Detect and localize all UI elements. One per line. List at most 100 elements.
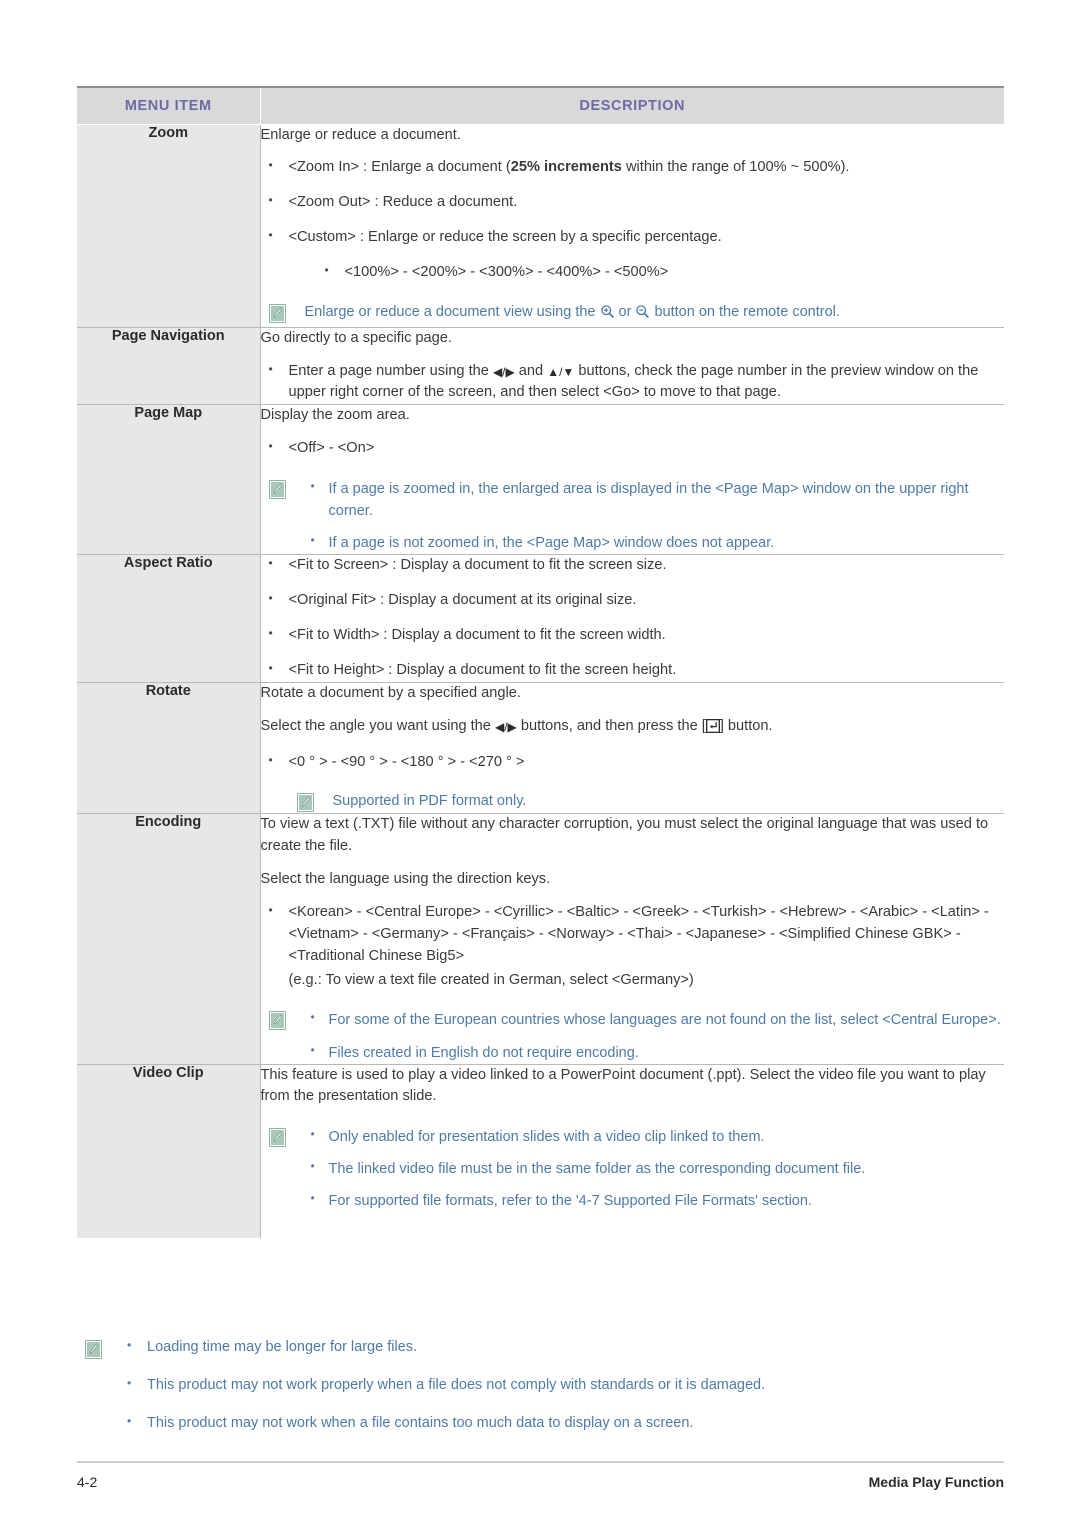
page-notes-list: Loading time may be longer for large fil… (85, 1336, 1005, 1435)
page-map-note-list: If a page is zoomed in, the enlarged are… (305, 477, 1005, 554)
aspect-ratio-bullet-list: <Fit to Screen> : Display a document to … (261, 554, 1005, 682)
list-item: <Fit to Width> : Display a document to f… (261, 624, 1005, 647)
list-item: <Custom> : Enlarge or reduce the screen … (261, 226, 1005, 284)
encoding-bullet-list: <Korean> - <Central Europe> - <Cyrillic>… (261, 901, 1005, 992)
list-item: This product may not work when a file co… (121, 1412, 1005, 1435)
menu-item-label-encoding: Encoding (77, 813, 261, 1065)
pagenav-mid: and (514, 362, 548, 379)
zoom-in-post: within the range of 100% ~ 500%). (621, 159, 850, 176)
column-header-menu-item: MENU ITEM (77, 86, 261, 125)
menu-item-label-rotate: Rotate (77, 681, 261, 814)
menu-item-label-page-map: Page Map (77, 404, 261, 555)
rotate-note: Supported in PDF format only. (261, 791, 1005, 813)
list-item: This product may not work properly when … (121, 1374, 1005, 1397)
list-item: Loading time may be longer for large fil… (121, 1336, 1005, 1359)
table-row-encoding: Encoding To view a text (.TXT) file with… (77, 813, 1005, 1065)
page-navigation-bullet-list: Enter a page number using the ◀/▶ and ▲/… (261, 360, 1005, 405)
list-item: The linked video file must be in the sam… (305, 1157, 1005, 1180)
zoom-note-post: button on the remote control. (650, 303, 840, 320)
zoom-note: Enlarge or reduce a document view using … (261, 302, 1005, 327)
table-row-rotate: Rotate Rotate a document by a specified … (77, 681, 1005, 814)
enter-key-icon (705, 718, 720, 741)
table-row-page-navigation: Page Navigation Go directly to a specifi… (77, 326, 1005, 405)
list-item: For some of the European countries whose… (305, 1008, 1005, 1031)
list-item: <Fit to Height> : Display a document to … (261, 659, 1005, 682)
list-item: <Zoom In> : Enlarge a document (25% incr… (261, 156, 1005, 179)
description-cell-aspect-ratio: <Fit to Screen> : Display a document to … (260, 554, 1005, 683)
zoom-intro: Enlarge or reduce a document. (260, 126, 461, 143)
magnifier-minus-icon (635, 304, 650, 327)
page-map-intro: Display the zoom area. (260, 407, 410, 424)
note-pencil-icon (268, 1128, 286, 1148)
table-header-row: MENU ITEM DESCRIPTION (77, 86, 1004, 125)
rotate-post: ] button. (719, 717, 773, 734)
left-right-arrow-icon: ◀/▶ (494, 719, 517, 734)
zoom-sub-bullet-list: <100%> - <200%> - <300%> - <400%> - <500… (289, 261, 1005, 284)
description-cell-page-map: Display the zoom area. <Off> - <On> If (260, 404, 1005, 555)
encoding-intro2: Select the language using the direction … (260, 871, 551, 888)
rotate-line2: Select the angle you want using the ◀/▶ … (261, 716, 1005, 741)
description-cell-rotate: Rotate a document by a specified angle. … (260, 681, 1005, 814)
description-cell-video-clip: This feature is used to play a video lin… (260, 1063, 1005, 1239)
list-item: If a page is zoomed in, the enlarged are… (305, 477, 1005, 522)
zoom-note-mid: or (614, 303, 636, 320)
pagenav-pre: Enter a page number using the (288, 362, 493, 379)
list-item: <Original Fit> : Display a document at i… (261, 589, 1005, 612)
page-number: 4-2 (77, 1474, 98, 1490)
description-cell-zoom: Enlarge or reduce a document. <Zoom In> … (260, 123, 1005, 328)
video-clip-note: Only enabled for presentation slides wit… (261, 1125, 1005, 1212)
page-level-notes: Loading time may be longer for large fil… (85, 1336, 1005, 1435)
zoom-bullet-list: <Zoom In> : Enlarge a document (25% incr… (261, 156, 1005, 284)
list-item: Enter a page number using the ◀/▶ and ▲/… (261, 360, 1005, 405)
zoom-in-pre: <Zoom In> : Enlarge a document ( (288, 159, 511, 176)
video-clip-intro: This feature is used to play a video lin… (260, 1066, 986, 1105)
page-navigation-intro: Go directly to a specific page. (260, 329, 452, 346)
menu-item-label-aspect-ratio: Aspect Ratio (77, 554, 261, 683)
rotate-note-text: Supported in PDF format only. (332, 793, 527, 810)
list-item: <Off> - <On> (261, 437, 1005, 460)
document-page: MENU ITEM DESCRIPTION Zoom Enlarge or re… (0, 0, 1080, 1527)
table-row-zoom: Zoom Enlarge or reduce a document. <Zoom… (77, 123, 1005, 328)
encoding-intro: To view a text (.TXT) file without any c… (260, 816, 989, 855)
up-down-arrow-icon: ▲/▼ (547, 364, 575, 379)
page-footer: 4-2 Media Play Function (77, 1461, 1004, 1490)
table-row-video-clip: Video Clip This feature is used to play … (77, 1063, 1005, 1239)
zoom-note-pre: Enlarge or reduce a document view using … (304, 303, 600, 320)
list-item: <Fit to Screen> : Display a document to … (261, 554, 1005, 577)
note-pencil-icon (268, 303, 286, 323)
encoding-note-list: For some of the European countries whose… (305, 1008, 1005, 1064)
note-pencil-icon (85, 1340, 102, 1359)
menu-item-table: MENU ITEM DESCRIPTION Zoom Enlarge or re… (77, 86, 1005, 1239)
note-pencil-icon (268, 480, 286, 500)
table-row-aspect-ratio: Aspect Ratio <Fit to Screen> : Display a… (77, 554, 1005, 683)
rotate-pre: Select the angle you want using the (260, 717, 495, 734)
description-cell-page-navigation: Go directly to a specific page. Enter a … (260, 326, 1005, 405)
column-header-description: DESCRIPTION (260, 86, 1004, 125)
list-item: For supported file formats, refer to the… (305, 1189, 1005, 1212)
page-map-bullet-list: <Off> - <On> (261, 437, 1005, 460)
note-pencil-icon (296, 793, 314, 813)
table-row-page-map: Page Map Display the zoom area. <Off> - … (77, 404, 1005, 555)
list-item: If a page is not zoomed in, the <Page Ma… (305, 531, 1005, 554)
list-item: <100%> - <200%> - <300%> - <400%> - <500… (289, 261, 1005, 284)
list-item: Files created in English do not require … (305, 1040, 1005, 1064)
rotate-mid: buttons, and then press the [ (516, 717, 706, 734)
rotate-bullet-list: <0 ° > - <90 ° > - <180 ° > - <270 ° > (261, 751, 1005, 774)
page-map-note: If a page is zoomed in, the enlarged are… (261, 477, 1005, 554)
description-cell-encoding: To view a text (.TXT) file without any c… (260, 813, 1005, 1065)
zoom-in-emphasis: 25% increments (510, 159, 622, 176)
menu-item-label-zoom: Zoom (77, 123, 261, 328)
note-pencil-icon (268, 1011, 286, 1031)
magnifier-plus-icon (600, 304, 615, 327)
video-clip-note-list: Only enabled for presentation slides wit… (305, 1125, 1005, 1212)
list-item: Only enabled for presentation slides wit… (305, 1125, 1005, 1148)
encoding-example-line: (e.g.: To view a text file created in Ge… (288, 971, 694, 988)
rotate-intro: Rotate a document by a specified angle. (260, 684, 521, 701)
left-right-arrow-icon: ◀/▶ (492, 364, 515, 379)
list-item: <Korean> - <Central Europe> - <Cyrillic>… (261, 901, 1005, 992)
list-item: <Zoom Out> : Reduce a document. (261, 191, 1005, 214)
menu-item-label-video-clip: Video Clip (77, 1063, 261, 1239)
footer-section-title: Media Play Function (868, 1474, 1004, 1490)
list-item: <0 ° > - <90 ° > - <180 ° > - <270 ° > (261, 751, 1005, 774)
encoding-language-list: <Korean> - <Central Europe> - <Cyrillic>… (288, 903, 989, 964)
